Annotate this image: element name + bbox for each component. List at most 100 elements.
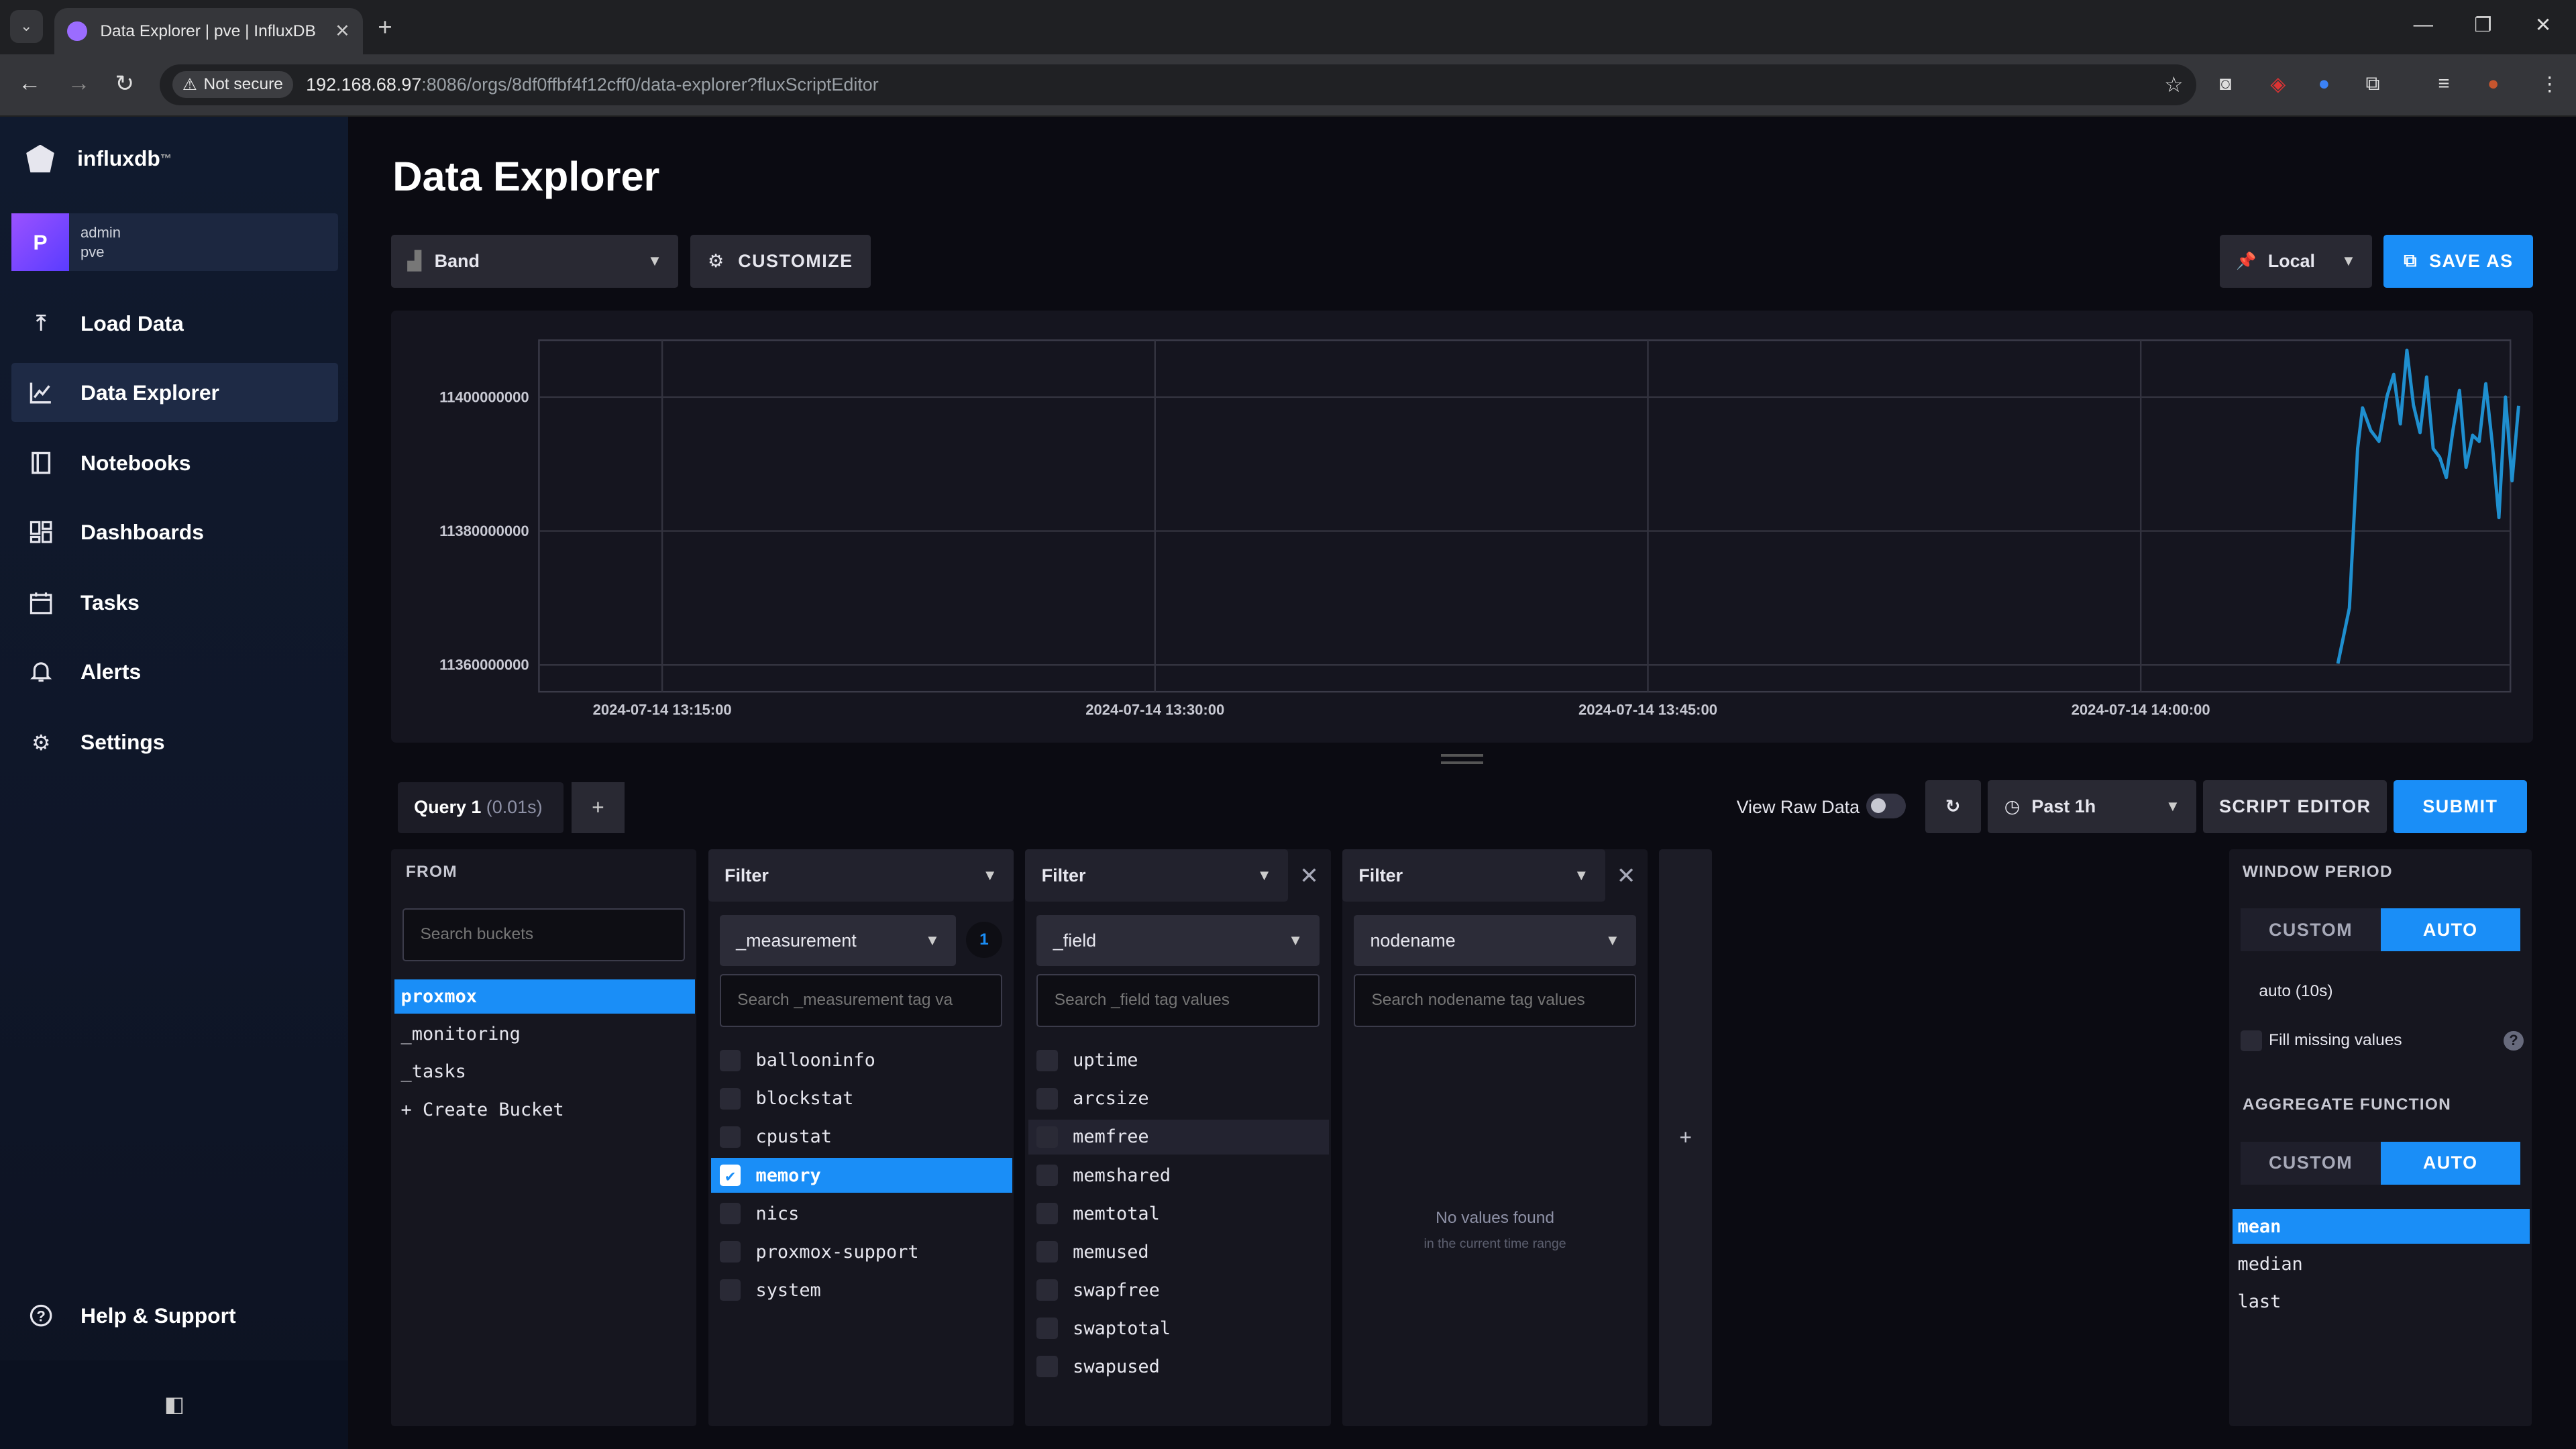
timezone-dropdown[interactable]: 📌 Local ▼ — [2219, 235, 2373, 288]
measurement-item-cpustat[interactable]: cpustat — [711, 1120, 1012, 1154]
checkbox[interactable] — [1036, 1356, 1059, 1378]
aggregate-item-mean[interactable]: mean — [2233, 1209, 2530, 1244]
collapse-sidebar-icon[interactable]: ◧ — [164, 1391, 184, 1417]
filter-function-dropdown[interactable]: Filter ▼ — [1342, 849, 1605, 902]
help-icon[interactable]: ? — [2504, 1030, 2524, 1051]
measurement-item-blockstat[interactable]: blockstat — [711, 1081, 1012, 1116]
sidebar-item-alerts[interactable]: Alerts — [11, 643, 338, 702]
tab-search-button[interactable]: ⌄ — [9, 9, 43, 43]
bookmark-star-icon[interactable]: ☆ — [2164, 72, 2184, 97]
field-item-memused[interactable]: memused — [1028, 1234, 1329, 1269]
add-query-button[interactable]: + — [572, 782, 625, 833]
save-as-button[interactable]: ⧉ SAVE AS — [2383, 235, 2534, 288]
checkbox[interactable] — [1036, 1049, 1059, 1071]
sidebar-item-tasks[interactable]: Tasks — [11, 574, 338, 633]
refresh-button[interactable]: ↻ — [1925, 780, 1982, 833]
checkbox[interactable] — [1036, 1241, 1059, 1263]
search-buckets-input[interactable] — [402, 908, 686, 961]
url-bar[interactable]: ⚠ Not secure 192.168.68.97:8086/orgs/8df… — [159, 64, 2197, 105]
add-filter-button[interactable]: + — [1659, 849, 1712, 1426]
filter-function-dropdown[interactable]: Filter ▼ — [708, 849, 1014, 902]
checkbox[interactable] — [719, 1203, 741, 1224]
sidebar-item-notebooks[interactable]: Notebooks — [11, 434, 338, 493]
reload-icon[interactable]: ↻ — [115, 70, 134, 97]
user-org-switcher[interactable]: P admin pve — [11, 213, 339, 272]
aggregate-item-last[interactable]: last — [2233, 1285, 2530, 1319]
field-item-memshared[interactable]: memshared — [1028, 1158, 1329, 1192]
minimize-icon[interactable]: — — [2414, 13, 2433, 36]
fill-missing-checkbox[interactable] — [2241, 1030, 2263, 1052]
search-field-input[interactable] — [1036, 974, 1320, 1027]
media-icon[interactable]: ≡ — [2438, 72, 2449, 95]
checkbox[interactable] — [1036, 1087, 1059, 1110]
checkbox[interactable] — [1036, 1165, 1059, 1186]
checkbox[interactable] — [1036, 1126, 1059, 1148]
checkbox[interactable] — [719, 1241, 741, 1263]
influxdb-logo[interactable]: influxdb ™ — [26, 144, 172, 173]
sidebar-item-dashboards[interactable]: Dashboards — [11, 502, 338, 561]
aggregate-item-median[interactable]: median — [2233, 1247, 2530, 1281]
aggregate-auto-button[interactable]: AUTO — [2380, 1142, 2520, 1185]
restore-icon[interactable]: ❐ — [2474, 13, 2491, 37]
checkbox[interactable] — [1036, 1318, 1059, 1340]
aggregate-custom-button[interactable]: CUSTOM — [2241, 1142, 2381, 1185]
measurement-item-proxmox-support[interactable]: proxmox-support — [711, 1234, 1012, 1269]
remove-filter-icon[interactable]: ✕ — [1617, 863, 1636, 890]
measurement-item-nics[interactable]: nics — [711, 1196, 1012, 1230]
time-range-dropdown[interactable]: ◷ Past 1h ▼ — [1988, 780, 2197, 833]
checkbox[interactable] — [719, 1126, 741, 1148]
query-tab[interactable]: Query 1 (0.01s) — [397, 782, 564, 833]
sidebar-item-load-data[interactable]: ⤒ Load Data — [11, 294, 338, 353]
filter-function-dropdown[interactable]: Filter ▼ — [1025, 849, 1288, 902]
bucket-item-monitoring[interactable]: _monitoring — [394, 1017, 695, 1051]
new-tab-button[interactable]: + — [378, 13, 392, 42]
checkbox[interactable] — [1036, 1203, 1059, 1224]
create-bucket-link[interactable]: + Create Bucket — [394, 1093, 695, 1127]
measurement-item-memory[interactable]: ✔ memory — [711, 1158, 1012, 1193]
browser-tab[interactable]: Data Explorer | pve | InfluxDB ✕ — [54, 8, 364, 54]
remove-filter-icon[interactable]: ✕ — [1299, 863, 1319, 890]
script-editor-button[interactable]: SCRIPT EDITOR — [2203, 780, 2387, 833]
puzzle-icon[interactable]: ⧉ — [2366, 72, 2380, 95]
panel-resize-handle[interactable] — [1440, 754, 1484, 764]
field-item-memtotal[interactable]: memtotal — [1028, 1196, 1329, 1230]
profile-icon[interactable]: ● — [2487, 72, 2500, 95]
tag-key-dropdown[interactable]: _field ▼ — [1036, 915, 1320, 966]
field-item-swapfree[interactable]: swapfree — [1028, 1273, 1329, 1307]
sidebar-item-data-explorer[interactable]: Data Explorer — [11, 363, 339, 423]
search-nodename-input[interactable] — [1353, 974, 1637, 1027]
submit-button[interactable]: SUBMIT — [2394, 780, 2527, 833]
checkbox[interactable] — [719, 1087, 741, 1110]
field-item-uptime[interactable]: uptime — [1028, 1043, 1329, 1077]
graph-type-dropdown[interactable]: ▟ Band ▼ — [390, 235, 679, 288]
close-window-icon[interactable]: ✕ — [2535, 13, 2552, 37]
extension-blue-icon[interactable]: ● — [2318, 72, 2330, 95]
bucket-item-tasks[interactable]: _tasks — [394, 1055, 695, 1089]
checked-checkbox-icon[interactable]: ✔ — [719, 1165, 741, 1186]
not-secure-badge[interactable]: ⚠ Not secure — [172, 71, 293, 98]
measurement-item-system[interactable]: system — [711, 1273, 1012, 1307]
search-measurement-input[interactable] — [719, 974, 1002, 1027]
field-item-memfree[interactable]: memfree — [1028, 1120, 1330, 1155]
tag-key-dropdown[interactable]: _measurement ▼ — [719, 915, 957, 966]
window-auto-button[interactable]: AUTO — [2380, 908, 2520, 951]
checkbox[interactable] — [1036, 1279, 1059, 1301]
measurement-item-ballooninfo[interactable]: ballooninfo — [711, 1043, 1012, 1077]
view-raw-toggle[interactable] — [1866, 793, 1906, 818]
back-icon[interactable]: ← — [18, 70, 41, 97]
ublock-icon[interactable]: ◈ — [2271, 72, 2286, 96]
customize-button[interactable]: ⚙ CUSTOMIZE — [690, 235, 871, 288]
checkbox[interactable] — [719, 1279, 741, 1301]
forward-icon[interactable]: → — [67, 70, 90, 97]
sidebar-item-help[interactable]: ? Help & Support — [11, 1287, 338, 1346]
window-custom-button[interactable]: CUSTOM — [2241, 908, 2381, 951]
menu-kebab-icon[interactable]: ⋮ — [2540, 72, 2559, 96]
sidebar-item-settings[interactable]: ⚙ Settings — [11, 713, 338, 772]
tag-key-dropdown[interactable]: nodename ▼ — [1353, 915, 1637, 966]
field-item-swapused[interactable]: swapused — [1028, 1350, 1329, 1384]
field-item-arcsize[interactable]: arcsize — [1028, 1081, 1329, 1116]
tab-close-icon[interactable]: ✕ — [335, 21, 350, 42]
checkbox[interactable] — [719, 1049, 741, 1071]
bucket-item-proxmox[interactable]: proxmox — [394, 979, 695, 1014]
extension-icon[interactable]: ◙ — [2220, 72, 2232, 95]
